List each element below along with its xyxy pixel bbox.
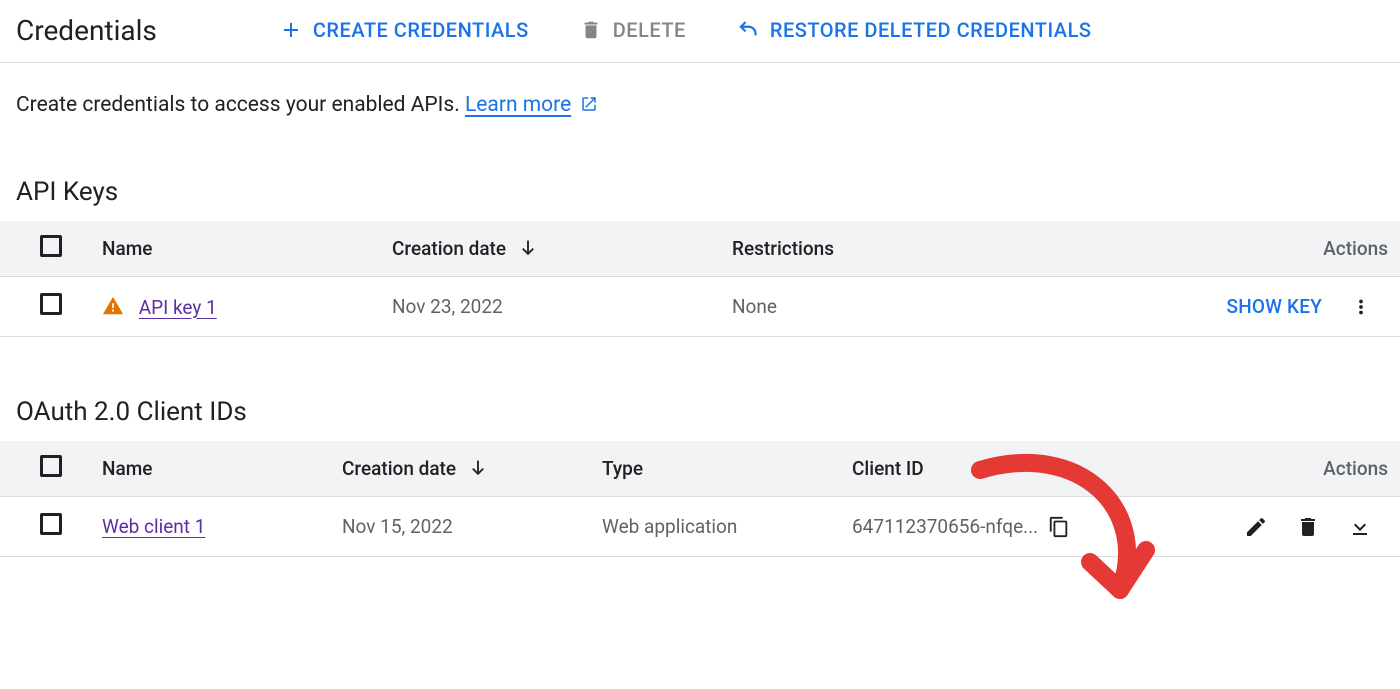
select-all-header[interactable] <box>0 221 90 277</box>
oauth-client-name-link[interactable]: Web client 1 <box>102 515 205 538</box>
oauth-table: Name Creation date Type Client ID Action… <box>0 441 1400 557</box>
warning-icon <box>102 295 124 317</box>
table-row: API key 1 Nov 23, 2022 None SHOW KEY <box>0 277 1400 337</box>
api-keys-table: Name Creation date Restrictions Actions … <box>0 221 1400 337</box>
undo-icon <box>734 16 762 44</box>
plus-icon <box>277 16 305 44</box>
api-key-name-link[interactable]: API key 1 <box>139 296 217 319</box>
trash-icon <box>577 16 605 44</box>
trash-icon[interactable] <box>1296 515 1320 539</box>
create-credentials-button[interactable]: CREATE CREDENTIALS <box>269 12 537 48</box>
col-type[interactable]: Type <box>590 441 840 497</box>
edit-icon[interactable] <box>1244 515 1268 539</box>
col-creation-label: Creation date <box>392 237 506 260</box>
info-text: Create credentials to access your enable… <box>16 93 465 117</box>
col-actions: Actions <box>1190 441 1400 497</box>
select-all-header[interactable] <box>0 441 90 497</box>
oauth-creation-date: Nov 15, 2022 <box>330 497 590 557</box>
api-key-creation-date: Nov 23, 2022 <box>380 277 720 337</box>
checkbox-icon <box>40 235 62 257</box>
col-restrictions[interactable]: Restrictions <box>720 221 1120 277</box>
show-key-button[interactable]: SHOW KEY <box>1227 295 1322 318</box>
col-client-id[interactable]: Client ID <box>840 441 1190 497</box>
page-title: Credentials <box>16 14 157 47</box>
col-creation-date[interactable]: Creation date <box>330 441 590 497</box>
col-creation-label: Creation date <box>342 457 456 480</box>
copy-icon[interactable] <box>1048 516 1070 538</box>
row-checkbox[interactable] <box>40 513 62 535</box>
more-vert-icon[interactable] <box>1350 296 1372 318</box>
delete-label: DELETE <box>613 18 686 42</box>
row-checkbox[interactable] <box>40 293 62 315</box>
external-link-icon <box>580 95 598 113</box>
sort-desc-icon <box>517 237 539 259</box>
learn-more-link[interactable]: Learn more <box>465 93 571 117</box>
table-row: Web client 1 Nov 15, 2022 Web applicatio… <box>0 497 1400 557</box>
col-creation-date[interactable]: Creation date <box>380 221 720 277</box>
delete-button[interactable]: DELETE <box>569 12 694 48</box>
restore-label: RESTORE DELETED CREDENTIALS <box>770 18 1092 42</box>
create-credentials-label: CREATE CREDENTIALS <box>313 18 529 42</box>
oauth-section-title: OAuth 2.0 Client IDs <box>0 337 1400 441</box>
col-actions: Actions <box>1120 221 1400 277</box>
col-name[interactable]: Name <box>90 221 380 277</box>
oauth-client-id: 647112370656-nfqe... <box>852 515 1038 538</box>
col-name[interactable]: Name <box>90 441 330 497</box>
oauth-type: Web application <box>590 497 840 557</box>
top-toolbar: Credentials CREATE CREDENTIALS DELETE RE… <box>0 0 1400 63</box>
api-keys-section-title: API Keys <box>0 117 1400 221</box>
download-icon[interactable] <box>1348 515 1372 539</box>
api-key-restrictions: None <box>720 277 1120 337</box>
restore-deleted-button[interactable]: RESTORE DELETED CREDENTIALS <box>726 12 1100 48</box>
sort-desc-icon <box>467 457 489 479</box>
checkbox-icon <box>40 455 62 477</box>
info-strip: Create credentials to access your enable… <box>0 63 1400 117</box>
